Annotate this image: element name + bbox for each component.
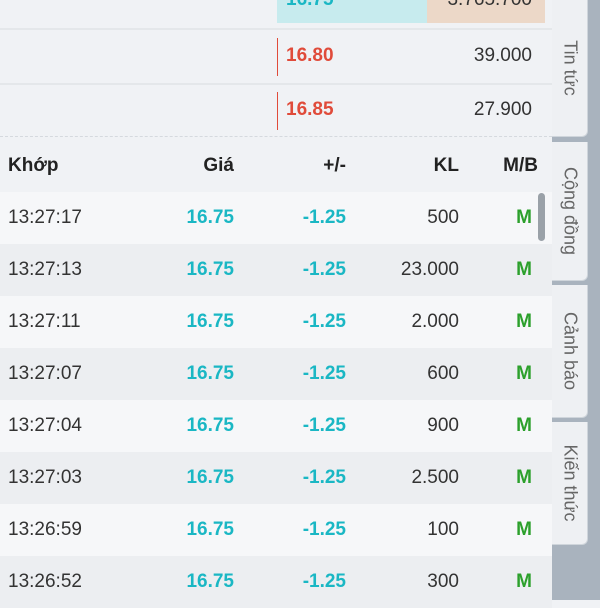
- trade-change: -1.25: [302, 311, 346, 332]
- order-book-row[interactable]: 16.85 27.900: [0, 85, 552, 135]
- order-book: 16.75 3.765.700 16.80 39.000 16.85 27.90…: [0, 0, 552, 137]
- column-header-time[interactable]: Khớp: [8, 140, 58, 192]
- trade-volume: 23.000: [400, 259, 459, 280]
- column-header-volume[interactable]: KL: [434, 140, 459, 192]
- trade-volume: 300: [427, 571, 459, 592]
- tab-label: Cộng đồng: [560, 166, 580, 256]
- trade-change: -1.25: [302, 519, 346, 540]
- order-price: 16.85: [286, 99, 334, 120]
- trade-change: -1.25: [302, 571, 346, 592]
- trade-volume: 100: [427, 519, 459, 540]
- order-book-row[interactable]: 16.75 3.765.700: [0, 0, 552, 25]
- trade-volume: 2.000: [411, 311, 459, 332]
- trade-volume: 900: [427, 415, 459, 436]
- trade-time: 13:27:13: [8, 259, 82, 280]
- order-volume: 3.765.700: [447, 0, 532, 25]
- trade-side: M: [516, 571, 532, 592]
- trade-time: 13:26:59: [8, 519, 82, 540]
- trade-side: M: [516, 363, 532, 384]
- scrollbar-thumb[interactable]: [538, 193, 545, 241]
- trade-change: -1.25: [302, 467, 346, 488]
- tab-label: Kiến thức: [560, 444, 580, 522]
- tab-knowledge[interactable]: Kiến thức: [552, 422, 588, 545]
- trade-price: 16.75: [186, 311, 234, 332]
- order-volume: 39.000: [473, 45, 532, 66]
- trade-time: 13:27:07: [8, 363, 82, 384]
- table-row[interactable]: 13:26:59 16.75 -1.25 100 M: [0, 504, 552, 556]
- trade-time: 13:27:04: [8, 415, 82, 436]
- table-row[interactable]: 13:27:11 16.75 -1.25 2.000 M: [0, 296, 552, 348]
- trade-price: 16.75: [186, 467, 234, 488]
- table-row[interactable]: 13:27:07 16.75 -1.25 600 M: [0, 348, 552, 400]
- trade-side: M: [516, 311, 532, 332]
- divider: [0, 28, 552, 30]
- side-tab-bar: Tin tức Cộng đồng Cảnh báo Kiến thức: [552, 0, 600, 600]
- order-price: 16.75: [286, 0, 334, 25]
- tab-news[interactable]: Tin tức: [552, 0, 588, 137]
- order-price: 16.80: [286, 45, 334, 66]
- trade-price: 16.75: [186, 207, 234, 228]
- trade-price: 16.75: [186, 363, 234, 384]
- tab-community[interactable]: Cộng đồng: [552, 142, 588, 281]
- trades-table-header: Khớp Giá +/- KL M/B: [0, 140, 552, 192]
- table-row[interactable]: 13:27:17 16.75 -1.25 500 M: [0, 192, 552, 244]
- table-row[interactable]: 13:27:03 16.75 -1.25 2.500 M: [0, 452, 552, 504]
- tab-label: Tin tức: [560, 40, 580, 96]
- trade-time: 13:27:03: [8, 467, 82, 488]
- trade-volume: 600: [427, 363, 459, 384]
- order-volume: 27.900: [473, 99, 532, 120]
- trade-volume: 500: [427, 207, 459, 228]
- trade-time: 13:27:17: [8, 207, 82, 228]
- divider: [0, 136, 552, 137]
- trade-time: 13:27:11: [8, 311, 81, 332]
- trade-change: -1.25: [302, 207, 346, 228]
- trade-price: 16.75: [186, 519, 234, 540]
- trade-volume: 2.500: [411, 467, 459, 488]
- tab-alerts[interactable]: Cảnh báo: [552, 285, 588, 418]
- column-header-side[interactable]: M/B: [503, 140, 538, 192]
- trade-side: M: [516, 467, 532, 488]
- trade-side: M: [516, 519, 532, 540]
- table-row[interactable]: 13:27:13 16.75 -1.25 23.000 M: [0, 244, 552, 296]
- trade-change: -1.25: [302, 415, 346, 436]
- column-header-price[interactable]: Giá: [203, 140, 234, 192]
- table-row[interactable]: 13:27:04 16.75 -1.25 900 M: [0, 400, 552, 452]
- tab-label: Cảnh báo: [560, 311, 580, 391]
- column-header-change[interactable]: +/-: [323, 140, 346, 192]
- trade-side: M: [516, 415, 532, 436]
- table-row[interactable]: 13:26:52 16.75 -1.25 300 M: [0, 556, 552, 608]
- trade-change: -1.25: [302, 259, 346, 280]
- trade-price: 16.75: [186, 415, 234, 436]
- trade-side: M: [516, 207, 532, 228]
- trade-change: -1.25: [302, 363, 346, 384]
- order-book-row[interactable]: 16.80 39.000: [0, 31, 552, 81]
- trade-price: 16.75: [186, 571, 234, 592]
- trade-price: 16.75: [186, 259, 234, 280]
- trade-side: M: [516, 259, 532, 280]
- trades-table-body: 13:27:17 16.75 -1.25 500 M 13:27:13 16.7…: [0, 192, 552, 608]
- trade-time: 13:26:52: [8, 571, 82, 592]
